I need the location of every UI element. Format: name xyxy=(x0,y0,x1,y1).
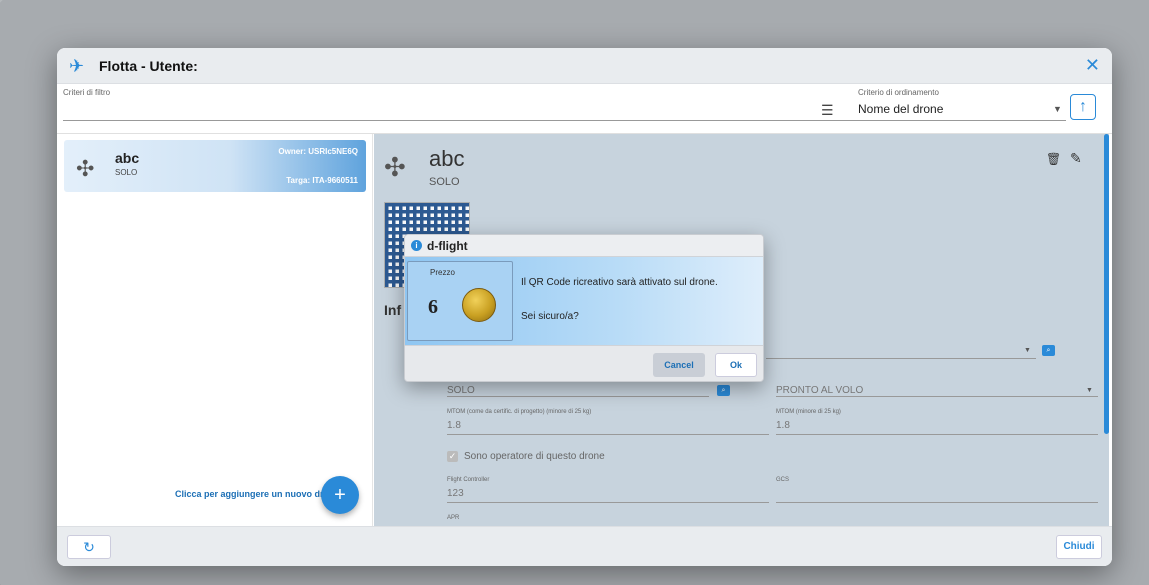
cancel-button[interactable]: Cancel xyxy=(653,353,705,377)
price-box: Prezzo 6 xyxy=(407,261,513,341)
modal-overlay: i d-flight Prezzo 6 Il QR Code ricreativ… xyxy=(0,0,1149,585)
ok-button[interactable]: Ok xyxy=(715,353,757,377)
dialog-message: Il QR Code ricreativo sarà attivato sul … xyxy=(521,277,718,288)
dialog-header: i d-flight xyxy=(405,235,763,257)
dialog-body: Prezzo 6 Il QR Code ricreativo sarà atti… xyxy=(405,257,763,345)
price-label: Prezzo xyxy=(430,268,455,277)
dialog-question: Sei sicuro/a? xyxy=(521,311,579,322)
confirm-dialog: i d-flight Prezzo 6 Il QR Code ricreativ… xyxy=(404,234,764,382)
dialog-footer: Cancel Ok xyxy=(405,345,763,381)
info-icon: i xyxy=(411,240,422,251)
dialog-title: d-flight xyxy=(427,238,468,253)
coin-icon xyxy=(462,288,496,322)
price-value: 6 xyxy=(428,296,438,318)
